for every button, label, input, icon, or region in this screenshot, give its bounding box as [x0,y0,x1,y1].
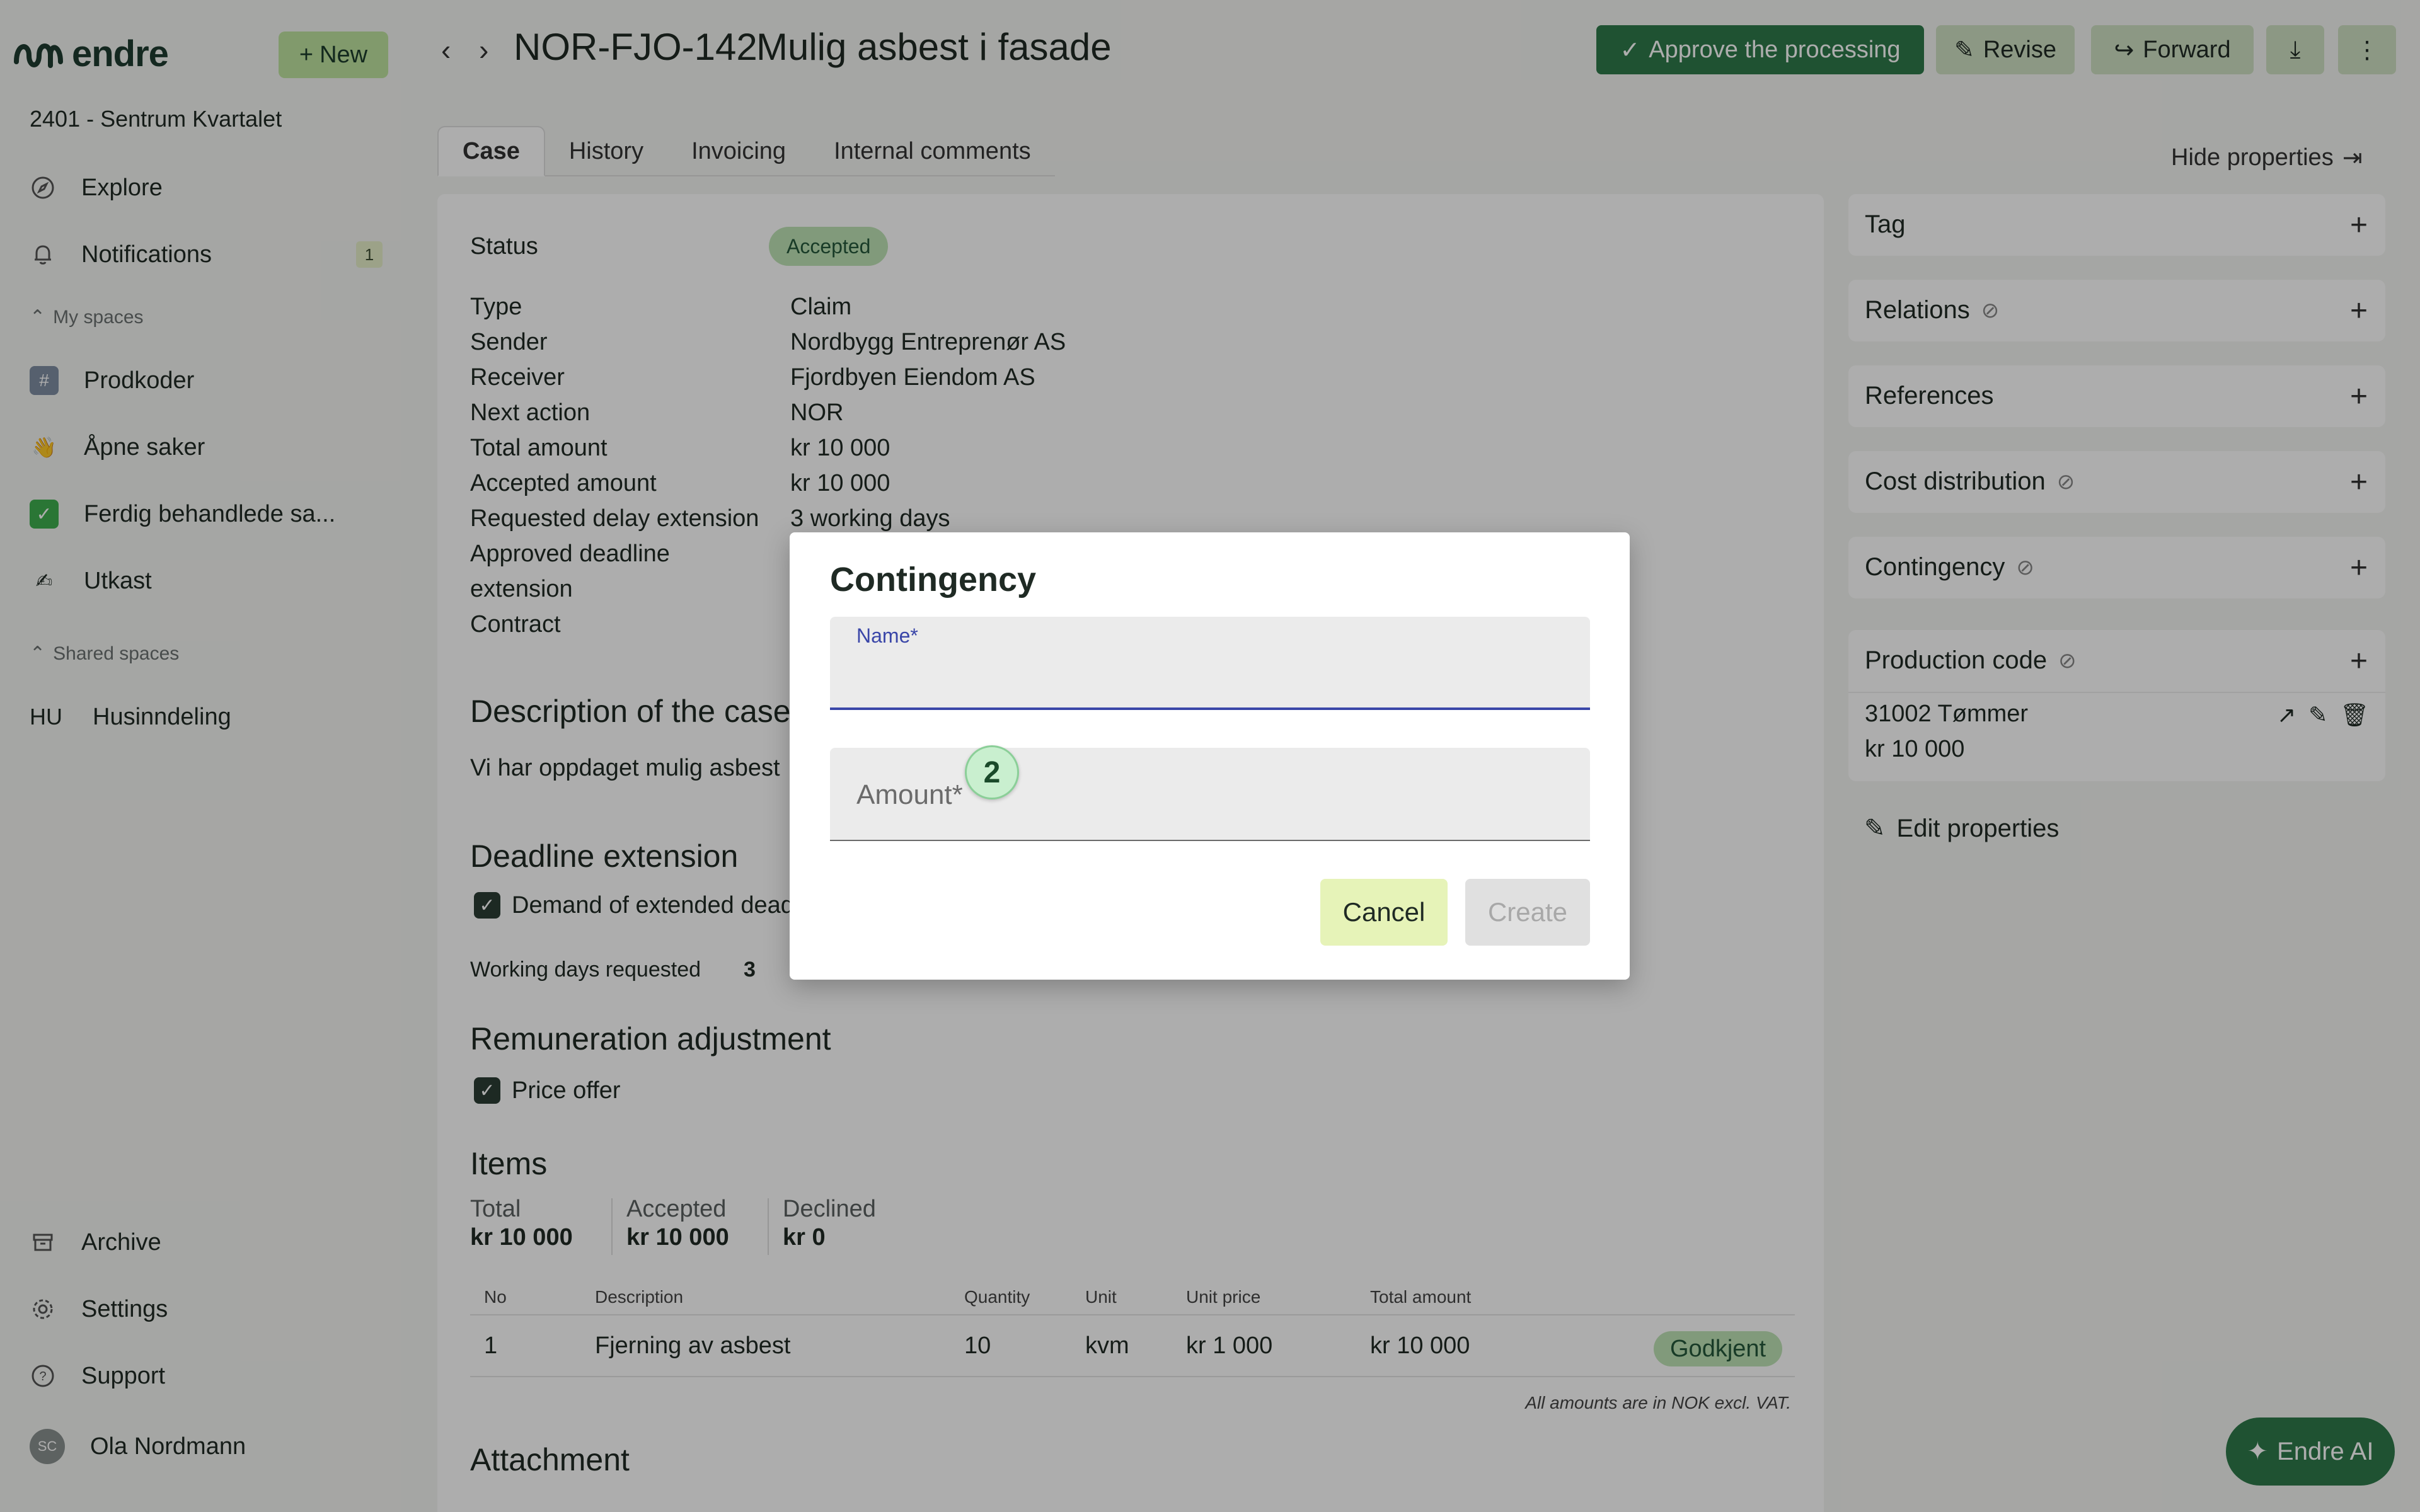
name-field-label: Name* [856,624,918,647]
create-button[interactable]: Create [1465,879,1590,946]
dialog-title: Contingency [830,561,1037,598]
amount-input[interactable] [856,773,1562,817]
name-field[interactable]: Name* [830,617,1590,710]
step-badge: 2 [965,745,1019,799]
amount-field[interactable] [830,748,1590,841]
name-input[interactable] [856,652,1562,696]
contingency-dialog: Contingency Name* 2 Cancel Create [790,532,1630,980]
cancel-button[interactable]: Cancel [1320,879,1448,946]
